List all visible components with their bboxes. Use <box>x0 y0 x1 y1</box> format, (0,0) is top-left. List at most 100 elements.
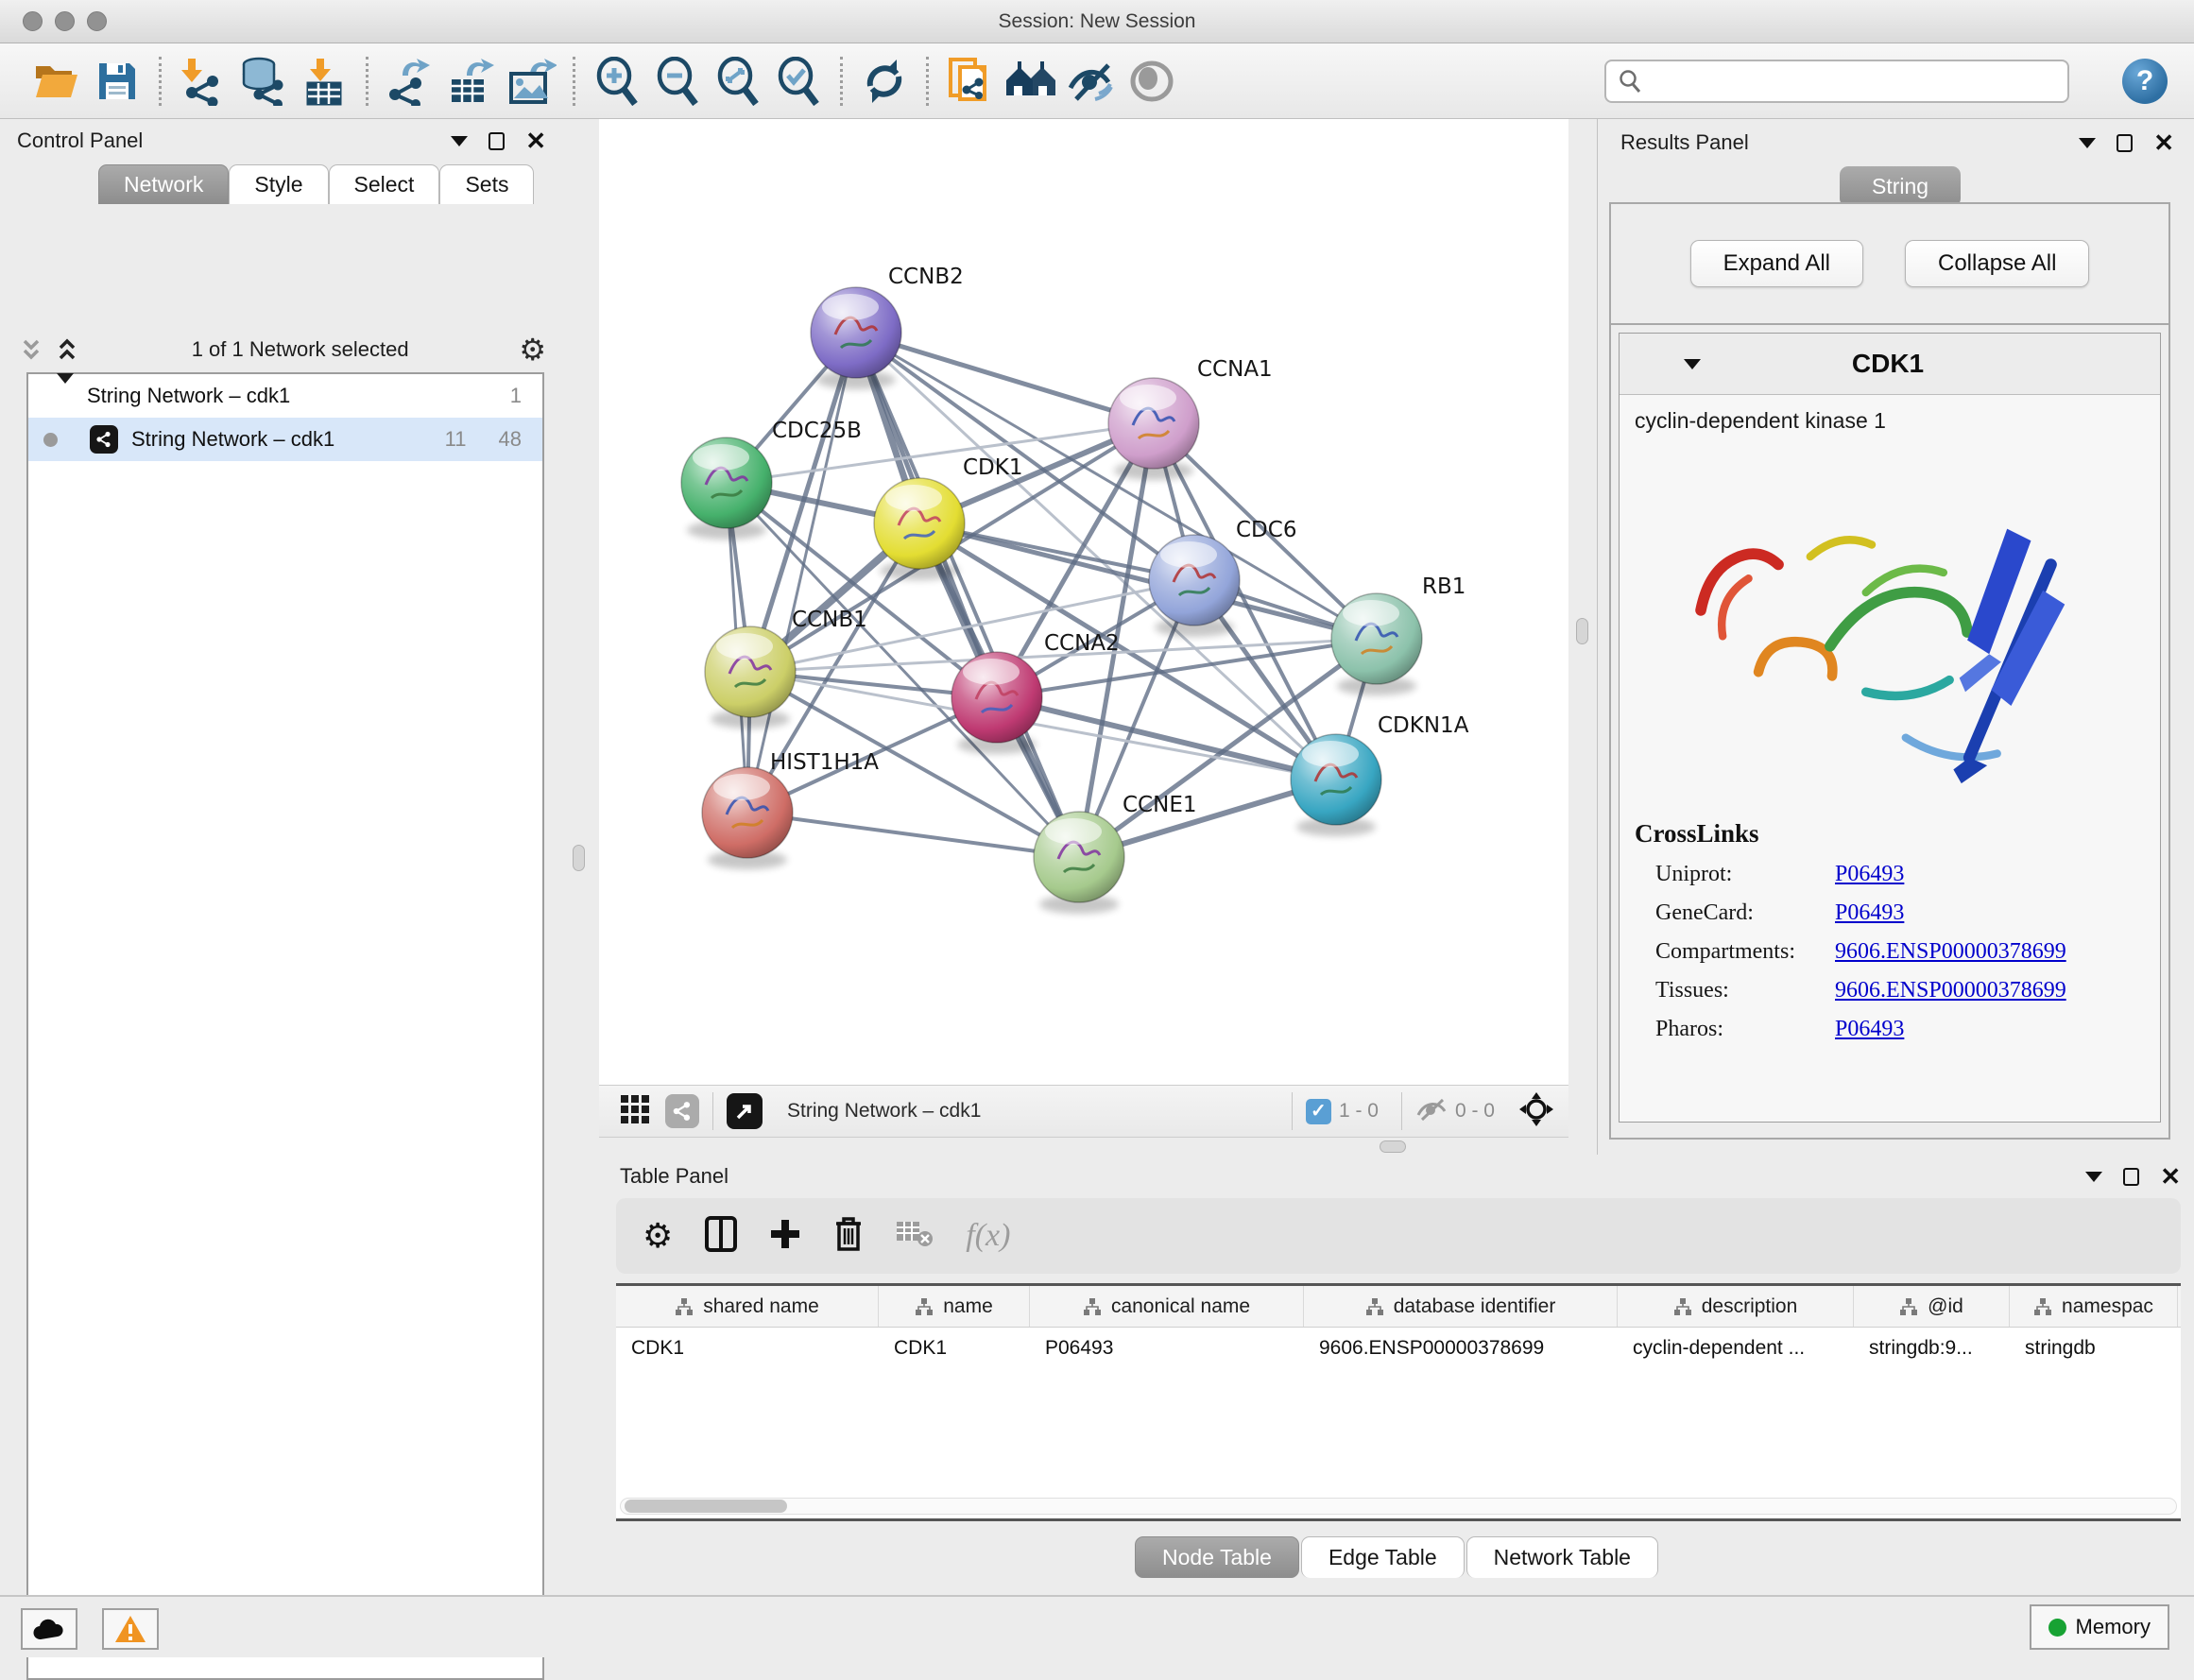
window-close-button[interactable] <box>23 11 43 31</box>
search-box[interactable] <box>1604 60 2069 103</box>
table-menu-icon[interactable] <box>2085 1172 2102 1182</box>
collection-expand-icon[interactable] <box>57 384 74 408</box>
column-header-shared-name[interactable]: shared name <box>616 1286 879 1327</box>
show-columns-icon[interactable] <box>705 1216 737 1257</box>
left-splitter-handle[interactable] <box>573 845 585 871</box>
network-row[interactable]: String Network – cdk1 11 48 <box>28 418 542 461</box>
help-icon[interactable]: ? <box>2122 59 2168 104</box>
node-section-header[interactable]: CDK1 <box>1620 334 2160 394</box>
column-header-database-identifier[interactable]: database identifier <box>1304 1286 1618 1327</box>
network-canvas[interactable]: CCNB2CCNA1CDC25BCDK1CDC6RB1CCNB1CCNA2CDK… <box>599 119 1568 1085</box>
table-float-icon[interactable] <box>2123 1168 2139 1186</box>
tab-edge-table[interactable]: Edge Table <box>1301 1536 1465 1578</box>
export-table-icon[interactable] <box>440 53 501 110</box>
tab-select[interactable]: Select <box>329 164 440 204</box>
node-CDKN1A[interactable]: CDKN1A <box>1291 713 1469 836</box>
bottom-splitter-handle[interactable] <box>1380 1140 1406 1153</box>
open-session-icon[interactable] <box>26 53 87 110</box>
node-CCNB2[interactable]: CCNB2 <box>811 265 964 389</box>
section-collapse-icon[interactable] <box>1684 359 1701 369</box>
crosslink-link[interactable]: P06493 <box>1835 900 1904 926</box>
panel-menu-icon[interactable] <box>451 136 468 146</box>
selected-checkbox-icon[interactable]: ✓ <box>1306 1099 1331 1124</box>
node-CCNA1[interactable]: CCNA1 <box>1108 357 1273 480</box>
tab-node-table[interactable]: Node Table <box>1135 1536 1299 1578</box>
clone-network-icon[interactable] <box>940 53 1001 110</box>
grid-view-icon[interactable] <box>620 1094 650 1129</box>
tab-string[interactable]: String <box>1840 166 1961 207</box>
cell-canonical-name[interactable]: P06493 <box>1030 1337 1304 1360</box>
results-float-icon[interactable] <box>2117 134 2133 152</box>
results-close-icon[interactable]: ✕ <box>2153 133 2174 152</box>
string-home-icon[interactable] <box>1001 53 1061 110</box>
panel-float-icon[interactable] <box>489 132 505 150</box>
bottom-splitter[interactable] <box>599 1138 1568 1155</box>
crosslink-link[interactable]: P06493 <box>1835 862 1904 887</box>
export-network-icon[interactable] <box>380 53 440 110</box>
column-header-canonical-name[interactable]: canonical name <box>1030 1286 1304 1327</box>
expand-all-button[interactable]: Expand All <box>1690 240 1863 287</box>
cell-shared-name[interactable]: CDK1 <box>616 1337 879 1360</box>
import-database-icon[interactable] <box>233 53 294 110</box>
delete-column-icon[interactable] <box>833 1216 864 1257</box>
refresh-icon[interactable] <box>854 53 915 110</box>
right-splitter[interactable] <box>1568 119 1597 1155</box>
warnings-button[interactable] <box>102 1608 159 1650</box>
tab-network-table[interactable]: Network Table <box>1466 1536 1658 1578</box>
zoom-selected-icon[interactable] <box>768 53 829 110</box>
zoom-out-icon[interactable] <box>647 53 708 110</box>
export-image-icon[interactable] <box>501 53 561 110</box>
zoom-in-icon[interactable] <box>587 53 647 110</box>
cell-id[interactable]: stringdb:9... <box>1854 1337 2010 1360</box>
zoom-fit-icon[interactable] <box>708 53 768 110</box>
network-options-gear-icon[interactable]: ⚙ <box>519 332 546 368</box>
memory-button[interactable]: Memory <box>2030 1604 2169 1650</box>
cloud-status-button[interactable] <box>21 1608 77 1650</box>
table-close-icon[interactable]: ✕ <box>2160 1167 2181 1186</box>
crosslink-link[interactable]: P06493 <box>1835 1017 1904 1042</box>
table-hscrollbar-thumb[interactable] <box>625 1500 787 1513</box>
cell-description[interactable]: cyclin-dependent ... <box>1618 1337 1854 1360</box>
crosslink-link[interactable]: 9606.ENSP00000378699 <box>1835 939 2066 965</box>
window-zoom-button[interactable] <box>87 11 107 31</box>
add-column-icon[interactable] <box>769 1218 801 1255</box>
network-share-icon[interactable] <box>665 1094 699 1128</box>
window-minimize-button[interactable] <box>55 11 75 31</box>
crosslink-link[interactable]: 9606.ENSP00000378699 <box>1835 978 2066 1003</box>
panel-close-icon[interactable]: ✕ <box>525 131 546 150</box>
birdseye-icon[interactable] <box>1517 1090 1555 1133</box>
column-header-namespac[interactable]: namespac <box>2010 1286 2178 1327</box>
save-session-icon[interactable] <box>87 53 147 110</box>
detach-view-icon[interactable] <box>727 1093 763 1129</box>
import-table-icon[interactable] <box>294 53 354 110</box>
show-all-icon[interactable] <box>1122 53 1182 110</box>
table-row[interactable]: CDK1CDK1P064939606.ENSP00000378699cyclin… <box>616 1328 2181 1369</box>
node-RB1[interactable]: RB1 <box>1331 574 1466 695</box>
right-splitter-handle[interactable] <box>1576 618 1588 644</box>
cell-name[interactable]: CDK1 <box>879 1337 1030 1360</box>
results-menu-icon[interactable] <box>2079 138 2096 148</box>
left-splitter[interactable] <box>560 119 599 1155</box>
delete-table-icon[interactable] <box>896 1220 934 1253</box>
hidden-eye-icon[interactable] <box>1415 1096 1448 1127</box>
tab-network[interactable]: Network <box>98 164 229 204</box>
tab-sets[interactable]: Sets <box>439 164 534 204</box>
expand-all-icon[interactable] <box>53 335 81 364</box>
tab-style[interactable]: Style <box>229 164 328 204</box>
collapse-all-icon[interactable] <box>17 335 45 364</box>
table-hscrollbar[interactable] <box>620 1498 2177 1515</box>
cell-database-identifier[interactable]: 9606.ENSP00000378699 <box>1304 1337 1618 1360</box>
cell-namespac[interactable]: stringdb <box>2010 1337 2178 1360</box>
function-builder-icon[interactable]: f(x) <box>966 1218 1010 1254</box>
search-input[interactable] <box>1652 70 2056 92</box>
collapse-all-button[interactable]: Collapse All <box>1905 240 2089 287</box>
node-CDC25B[interactable]: CDC25B <box>681 419 862 540</box>
column-header-id[interactable]: @id <box>1854 1286 2010 1327</box>
node-HIST1H1A[interactable]: HIST1H1A <box>702 750 879 869</box>
column-header-description[interactable]: description <box>1618 1286 1854 1327</box>
column-header-name[interactable]: name <box>879 1286 1030 1327</box>
hide-selected-icon[interactable] <box>1061 53 1122 110</box>
table-settings-gear-icon[interactable]: ⚙ <box>643 1216 673 1256</box>
import-network-icon[interactable] <box>173 53 233 110</box>
network-collection-row[interactable]: String Network – cdk1 1 <box>28 374 542 418</box>
